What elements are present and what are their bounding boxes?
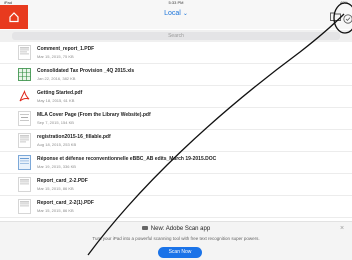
file-meta: Jan 22, 2016, 382 KB — [37, 76, 76, 81]
file-meta: Mar 15, 2015, 75 KB — [37, 54, 74, 59]
location-dropdown[interactable]: Local ⌄ — [0, 10, 352, 17]
file-meta: May 18, 2015, 61 KB — [37, 98, 75, 103]
file-row[interactable]: Report_card_2-2.PDF Mar 15, 2015, 86 KB — [0, 174, 352, 196]
file-name: Comment_report_1.PDF — [37, 46, 95, 52]
close-icon[interactable]: × — [340, 225, 344, 232]
document-thumbnail-icon — [18, 133, 31, 148]
file-name: MLA Cover Page (From the Library Website… — [37, 112, 151, 118]
file-row[interactable]: Réponse et défense reconventionnelle eBB… — [0, 152, 352, 174]
spreadsheet-icon — [18, 67, 31, 82]
file-row[interactable]: Consolidated Tax Provision _4Q 2015.xls … — [0, 64, 352, 86]
file-row[interactable]: registration2015-16_fillable.pdf Aug 18,… — [0, 130, 352, 152]
file-list: Comment_report_1.PDF Mar 15, 2015, 75 KB… — [0, 42, 352, 218]
file-name: Getting Started.pdf — [37, 90, 83, 96]
file-meta: Mar 15, 2015, 86 KB — [37, 186, 74, 191]
chevron-down-icon: ⌄ — [182, 11, 188, 17]
document-thumbnail-icon — [18, 177, 31, 192]
document-thumbnail-icon — [18, 45, 31, 60]
home-icon — [9, 12, 19, 23]
checkmark-circle-icon — [343, 14, 352, 24]
file-name: Réponse et défense reconventionnelle eBB… — [37, 156, 217, 162]
banner-title: New: Adobe Scan app — [0, 226, 352, 232]
banner-title-text: New: Adobe Scan app — [150, 226, 211, 232]
document-thumbnail-icon — [18, 199, 31, 214]
file-row[interactable]: MLA Cover Page (From the Library Website… — [0, 108, 352, 130]
scan-app-banner: New: Adobe Scan app Turn your iPad into … — [0, 221, 352, 260]
search-input[interactable]: Search — [12, 32, 340, 40]
file-meta: Sep 7, 2015, 154 KB — [37, 120, 74, 125]
file-meta: Mar 15, 2015, 86 KB — [37, 208, 74, 213]
file-name: registration2015-16_fillable.pdf — [37, 134, 111, 140]
top-bar: Local ⌄ — [0, 5, 352, 29]
search-bar: Search — [0, 30, 352, 42]
file-name: Report_card_2-2.PDF — [37, 178, 88, 184]
new-folder-button[interactable] — [330, 11, 341, 21]
acrobat-pdf-icon — [18, 89, 31, 104]
file-meta: Mar 19, 2015, 336 KB — [37, 164, 76, 169]
home-button[interactable] — [0, 5, 28, 29]
file-name: Consolidated Tax Provision _4Q 2015.xls — [37, 68, 135, 74]
file-row[interactable]: Report_card_2-2(1).PDF Mar 15, 2015, 86 … — [0, 196, 352, 218]
document-thumbnail-icon — [18, 111, 31, 126]
banner-description: Turn your iPad into a powerful scanning … — [92, 236, 260, 241]
file-meta: Aug 18, 2015, 253 KB — [37, 142, 77, 147]
scan-now-button[interactable]: Scan Now — [158, 247, 202, 258]
file-row[interactable]: Comment_report_1.PDF Mar 15, 2015, 75 KB — [0, 42, 352, 64]
word-doc-icon — [18, 155, 31, 170]
select-button[interactable] — [343, 11, 352, 24]
camera-icon — [141, 226, 148, 231]
file-row[interactable]: Getting Started.pdf May 18, 2015, 61 KB — [0, 86, 352, 108]
location-label: Local — [164, 10, 181, 17]
file-name: Report_card_2-2(1).PDF — [37, 200, 94, 206]
folder-icon — [330, 12, 341, 21]
